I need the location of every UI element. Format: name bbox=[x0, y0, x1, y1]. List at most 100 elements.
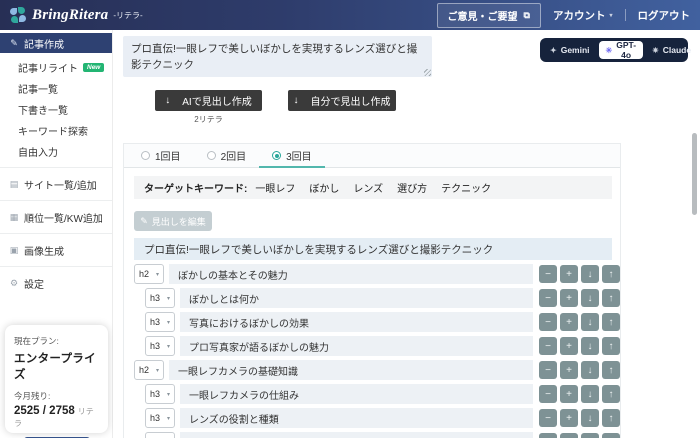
manual-headings-button[interactable]: ↓ 自分で見出し作成 bbox=[288, 90, 396, 111]
logout-button[interactable]: ログアウト bbox=[638, 8, 691, 23]
page-scrollbar-thumb[interactable] bbox=[692, 133, 697, 215]
chevron-down-icon: ▾ bbox=[156, 367, 159, 374]
row-actions: − + ↓ ↑ bbox=[539, 385, 620, 403]
move-up-button[interactable]: ↑ bbox=[602, 433, 620, 438]
move-up-button[interactable]: ↑ bbox=[602, 361, 620, 379]
add-heading-button[interactable]: + bbox=[560, 313, 578, 331]
sidebar-item-article-create[interactable]: ✎ 記事作成 bbox=[0, 33, 112, 53]
heading-text-input[interactable]: 一眼レフカメラの基礎知識 bbox=[169, 360, 533, 380]
move-down-button[interactable]: ↓ bbox=[581, 265, 599, 283]
tab-attempt-1[interactable]: 1回目 bbox=[128, 144, 194, 167]
heading-row: h3 ▾ ぼかしに適したレンズの特徴 − + ↓ ↑ bbox=[134, 432, 620, 438]
add-heading-button[interactable]: + bbox=[560, 289, 578, 307]
move-up-button[interactable]: ↑ bbox=[602, 409, 620, 427]
remove-heading-button[interactable]: − bbox=[539, 337, 557, 355]
row-actions: − + ↓ ↑ bbox=[539, 313, 620, 331]
model-option-gpt4o[interactable]: ✳ GPT-4o bbox=[599, 41, 644, 59]
sidebar-item-rank-list[interactable]: ▦ 順位一覧/KW追加 bbox=[0, 207, 112, 227]
sidebar-item-settings[interactable]: ⚙ 設定 bbox=[0, 273, 112, 293]
move-down-button[interactable]: ↓ bbox=[581, 337, 599, 355]
row-actions: − + ↓ ↑ bbox=[539, 337, 620, 355]
keyword: ぼかし bbox=[309, 180, 339, 195]
heading-level-select[interactable]: h3 ▾ bbox=[145, 384, 175, 404]
add-heading-button[interactable]: + bbox=[560, 385, 578, 403]
heading-level-select[interactable]: h3 ▾ bbox=[145, 312, 175, 332]
remove-heading-button[interactable]: − bbox=[539, 385, 557, 403]
model-option-gemini[interactable]: ✦ Gemini bbox=[543, 41, 597, 59]
app-window: BringRitera -リテラ- ご意見・ご要望 ⧉ アカウント ▾ ログアウ… bbox=[0, 0, 700, 438]
chevron-down-icon: ▾ bbox=[156, 271, 159, 278]
pencil-icon: ✎ bbox=[140, 216, 148, 227]
add-heading-button[interactable]: + bbox=[560, 409, 578, 427]
heading-level-select[interactable]: h3 ▾ bbox=[145, 336, 175, 356]
heading-row: h3 ▾ 一眼レフカメラの仕組み − + ↓ ↑ bbox=[134, 384, 620, 404]
tab-attempt-3[interactable]: 3回目 bbox=[259, 144, 325, 167]
move-down-button[interactable]: ↓ bbox=[581, 313, 599, 331]
edit-headings-button[interactable]: ✎ 見出しを編集 bbox=[134, 211, 212, 231]
move-up-button[interactable]: ↑ bbox=[602, 265, 620, 283]
row-actions: − + ↓ ↑ bbox=[539, 361, 620, 379]
sidebar-item-article-list[interactable]: 記事一覧 bbox=[0, 78, 112, 98]
move-down-button[interactable]: ↓ bbox=[581, 409, 599, 427]
remove-heading-button[interactable]: − bbox=[539, 361, 557, 379]
heading-text-input[interactable]: 写真におけるぼかしの効果 bbox=[180, 312, 533, 332]
heading-level-value: h3 bbox=[150, 413, 160, 423]
heading-text-input[interactable]: プロ写真家が語るぼかしの魅力 bbox=[180, 336, 533, 356]
sidebar-item-image-generate[interactable]: ▣ 画像生成 bbox=[0, 240, 112, 260]
sidebar-item-site-list[interactable]: ▤ サイト一覧/追加 bbox=[0, 174, 112, 194]
sidebar-item-article-rewrite[interactable]: 記事リライト New bbox=[0, 57, 112, 77]
tab-bar: 1回目 2回目 3回目 bbox=[124, 144, 620, 168]
heading-text-input[interactable]: ぼかしとは何か bbox=[180, 288, 533, 308]
move-down-button[interactable]: ↓ bbox=[581, 361, 599, 379]
move-down-button[interactable]: ↓ bbox=[581, 289, 599, 307]
remove-heading-button[interactable]: − bbox=[539, 289, 557, 307]
move-up-button[interactable]: ↑ bbox=[602, 289, 620, 307]
model-option-claude[interactable]: ✷ Claude bbox=[645, 41, 698, 59]
heading-level-select[interactable]: h3 ▾ bbox=[145, 288, 175, 308]
heading-text-input[interactable]: レンズの役割と種類 bbox=[180, 408, 533, 428]
account-menu-button[interactable]: アカウント ▾ bbox=[553, 8, 613, 23]
heading-text-input[interactable]: 一眼レフカメラの仕組み bbox=[180, 384, 533, 404]
remove-heading-button[interactable]: − bbox=[539, 433, 557, 438]
sidebar-item-drafts[interactable]: 下書き一覧 bbox=[0, 99, 112, 119]
ai-generate-headings-button[interactable]: ↓ AIで見出し作成 bbox=[155, 90, 262, 111]
chevron-down-icon: ▾ bbox=[167, 343, 170, 350]
add-heading-button[interactable]: + bbox=[560, 361, 578, 379]
sidebar-item-label: 記事作成 bbox=[24, 36, 64, 51]
feedback-button[interactable]: ご意見・ご要望 ⧉ bbox=[437, 3, 541, 28]
move-down-button[interactable]: ↓ bbox=[581, 385, 599, 403]
article-title-input[interactable]: プロ直伝!一眼レフで美しいぼかしを実現するレンズ選びと撮影テクニック bbox=[123, 36, 432, 77]
add-heading-button[interactable]: + bbox=[560, 433, 578, 438]
sidebar-item-keyword-explore[interactable]: キーワード探索 bbox=[0, 120, 112, 140]
move-down-button[interactable]: ↓ bbox=[581, 433, 599, 438]
sidebar-divider bbox=[0, 266, 112, 267]
heading-level-select[interactable]: h2 ▾ bbox=[134, 360, 164, 380]
move-up-button[interactable]: ↑ bbox=[602, 385, 620, 403]
add-heading-button[interactable]: + bbox=[560, 337, 578, 355]
sidebar-divider bbox=[0, 167, 112, 168]
heading-level-select[interactable]: h3 ▾ bbox=[145, 432, 175, 438]
move-up-button[interactable]: ↑ bbox=[602, 337, 620, 355]
heading-text-input[interactable]: ぼかしの基本とその魅力 bbox=[169, 264, 533, 284]
heading-row: h2 ▾ 一眼レフカメラの基礎知識 − + ↓ ↑ bbox=[134, 360, 620, 380]
remove-heading-button[interactable]: − bbox=[539, 409, 557, 427]
feedback-label: ご意見・ご要望 bbox=[448, 8, 518, 23]
heading-level-select[interactable]: h2 ▾ bbox=[134, 264, 164, 284]
sidebar-item-label: 順位一覧/KW追加 bbox=[24, 210, 103, 225]
chevron-down-icon: ▾ bbox=[167, 391, 170, 398]
chevron-down-icon: ▾ bbox=[167, 415, 170, 422]
heading-level-value: h3 bbox=[150, 317, 160, 327]
claude-icon: ✷ bbox=[652, 46, 659, 55]
textarea-resize-handle[interactable] bbox=[424, 69, 431, 76]
sidebar-item-free-input[interactable]: 自由入力 bbox=[0, 141, 112, 161]
tab-attempt-2[interactable]: 2回目 bbox=[194, 144, 260, 167]
heading-level-select[interactable]: h3 ▾ bbox=[145, 408, 175, 428]
heading-text-input[interactable]: ぼかしに適したレンズの特徴 bbox=[180, 432, 533, 438]
row-actions: − + ↓ ↑ bbox=[539, 433, 620, 438]
move-up-button[interactable]: ↑ bbox=[602, 313, 620, 331]
main-content: プロ直伝!一眼レフで美しいぼかしを実現するレンズ選びと撮影テクニック ✦ Gem… bbox=[113, 30, 700, 438]
remove-heading-button[interactable]: − bbox=[539, 313, 557, 331]
remove-heading-button[interactable]: − bbox=[539, 265, 557, 283]
tab-label: 1回目 bbox=[155, 148, 181, 163]
add-heading-button[interactable]: + bbox=[560, 265, 578, 283]
